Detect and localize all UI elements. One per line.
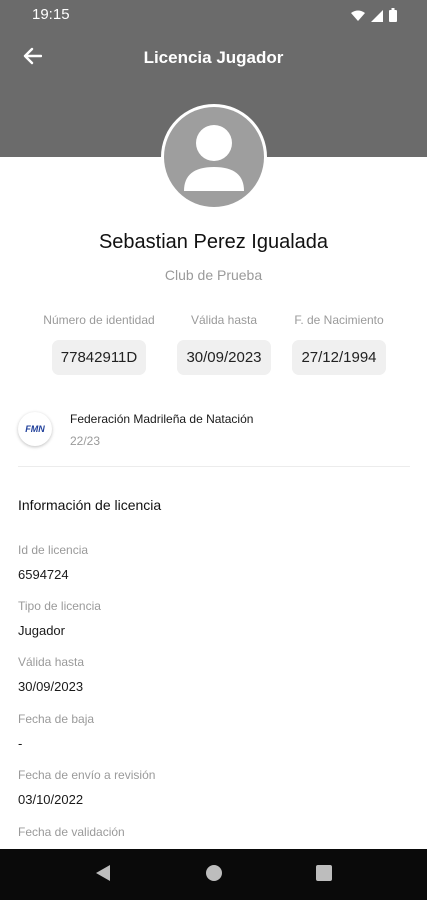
field-value: 6594724 <box>18 567 69 582</box>
page-title: Licencia Jugador <box>143 48 284 67</box>
system-nav-bar <box>0 849 427 900</box>
square-recents-icon <box>316 864 332 886</box>
validation-date-field: Fecha de validación <box>18 825 125 839</box>
field-label: Fecha de envío a revisión <box>18 768 156 782</box>
license-type-field: Tipo de licencia Jugador <box>18 599 101 638</box>
field-label: Válida hasta <box>18 655 85 669</box>
status-time: 19:15 <box>32 6 70 23</box>
divider <box>18 466 410 467</box>
review-sent-date-field: Fecha de envío a revisión 03/10/2022 <box>18 768 155 807</box>
birth-date-value: 27/12/1994 <box>292 340 386 375</box>
field-value: - <box>18 736 23 751</box>
field-label: Id de licencia <box>18 543 89 557</box>
field-value: Jugador <box>18 623 65 638</box>
battery-icon <box>389 8 397 27</box>
player-name: Sebastian Perez Igualada <box>98 231 329 253</box>
status-bar: 19:15 <box>0 0 427 30</box>
federation-name: Federación Madrileña de Natación <box>70 412 254 426</box>
field-label: Tipo de licencia <box>18 599 101 613</box>
id-number-block: Número de identidad 77842911D <box>40 313 158 375</box>
federation-row[interactable]: FMN Federación Madrileña de Natación 22/… <box>18 406 410 466</box>
id-number-label: Número de identidad <box>43 313 155 327</box>
license-valid-until-field: Válida hasta 30/09/2023 <box>18 655 84 694</box>
id-number-value: 77842911D <box>51 340 147 375</box>
valid-until-value: 30/09/2023 <box>177 340 271 375</box>
license-info-title: Información de licencia <box>18 497 162 513</box>
cancellation-date-field: Fecha de baja - <box>18 712 94 751</box>
field-label: Fecha de validación <box>18 825 125 839</box>
club-name: Club de Prueba <box>164 267 263 283</box>
user-placeholder-icon <box>164 107 264 207</box>
triangle-back-icon <box>95 864 111 887</box>
nav-back-button[interactable] <box>91 863 115 887</box>
nav-recents-button[interactable] <box>312 863 336 887</box>
valid-until-label: Válida hasta <box>190 313 258 327</box>
status-icons <box>351 8 397 27</box>
wifi-icon <box>351 9 365 27</box>
nav-home-button[interactable] <box>202 863 226 887</box>
federation-logo: FMN <box>18 412 52 446</box>
field-value: 30/09/2023 <box>18 679 84 694</box>
circle-home-icon <box>205 864 223 887</box>
birth-date-label: F. de Nacimiento <box>294 313 384 327</box>
valid-until-block: Válida hasta 30/09/2023 <box>171 313 277 375</box>
signal-icon <box>371 9 383 27</box>
field-value: 03/10/2022 <box>18 792 84 807</box>
license-id-field: Id de licencia 6594724 <box>18 543 88 582</box>
birth-date-block: F. de Nacimiento 27/12/1994 <box>288 313 390 375</box>
field-label: Fecha de baja <box>18 712 95 726</box>
federation-season: 22/23 <box>70 434 101 448</box>
avatar <box>161 104 267 210</box>
